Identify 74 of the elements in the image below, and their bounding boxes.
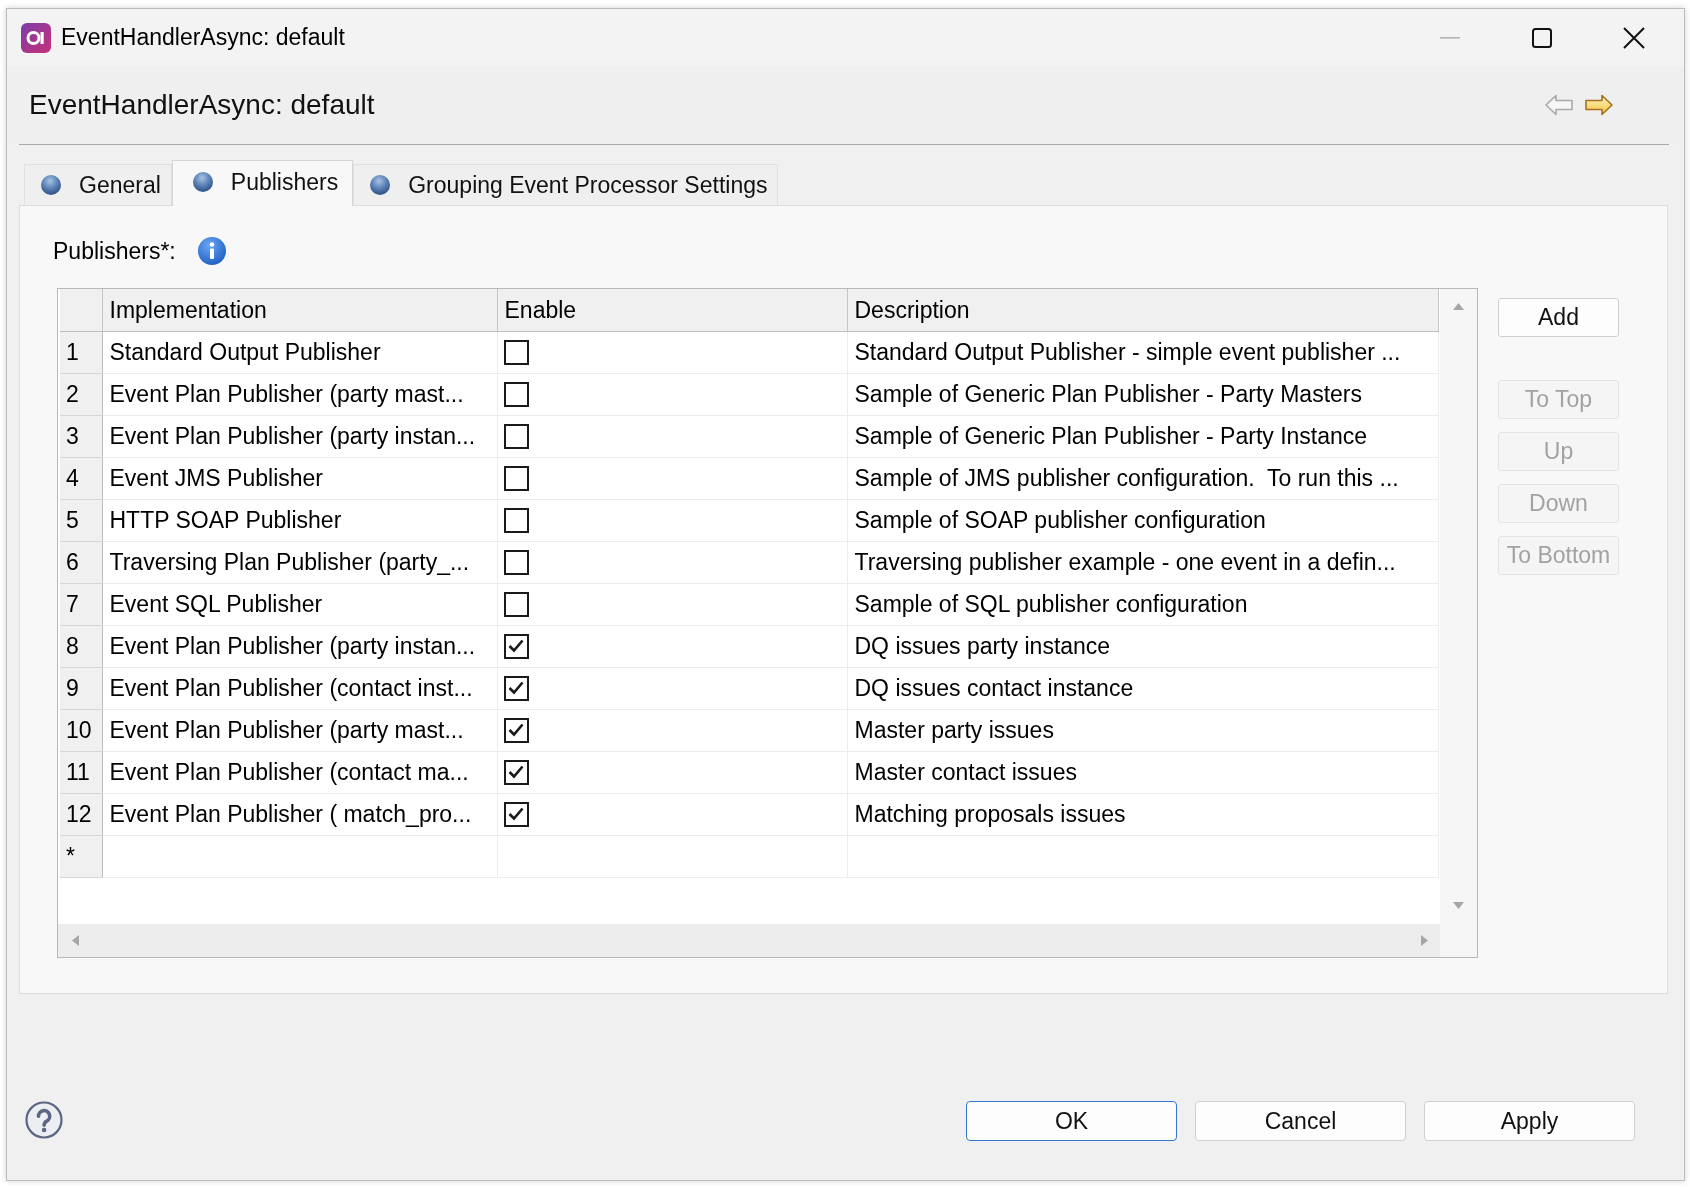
table-cell: Matching proposals issues [847,793,1438,835]
dialog-button[interactable]: Apply [1424,1101,1635,1141]
checkbox[interactable] [503,675,529,701]
checkbox[interactable] [503,801,529,827]
info-icon[interactable] [197,237,226,265]
table-cell: Event Plan Publisher (party instan... [102,415,497,457]
table-cell: Master contact issues [847,751,1438,793]
table-cell: Sample of SQL publisher configuration [847,583,1438,625]
table-cell: Standard Output Publisher [102,331,497,373]
table-cell: Sample of JMS publisher configuration. To run this ... [847,457,1438,499]
tab[interactable]: Publishers [171,160,354,206]
checkmark-icon [508,681,524,695]
row-number: 10 [60,709,102,751]
column-header: Implementation [102,289,497,331]
table-cell: Event Plan Publisher (contact inst... [102,667,497,709]
field-label: Publishers*: [53,236,176,266]
checkbox[interactable] [503,717,529,743]
help-button[interactable] [25,1101,63,1139]
row-number: 1 [60,331,102,373]
row-number: 6 [60,541,102,583]
table-cell: Event Plan Publisher ( match_pro... [102,793,497,835]
table-cell: Event Plan Publisher (party mast... [102,373,497,415]
table-cell: Standard Output Publisher - simple event publisher ... [847,331,1438,373]
row-number: 5 [60,499,102,541]
list-action-button[interactable]: Add [1498,298,1619,337]
row-number: 2 [60,373,102,415]
table-cell: Sample of Generic Plan Publisher - Party Instance [847,415,1438,457]
checkmark-icon [508,639,524,653]
table-cell: Event Plan Publisher (party mast... [102,709,497,751]
table-cell: Event Plan Publisher (party instan... [102,625,497,667]
table-cell: Sample of SOAP publisher configuration [847,499,1438,541]
tab[interactable]: Grouping Event Processor Settings [353,164,779,205]
row-number: 12 [60,793,102,835]
row-number: 8 [60,625,102,667]
row-number: 9 [60,667,102,709]
new-row-marker: * [60,835,102,877]
row-number: 7 [60,583,102,625]
dialog-button[interactable]: OK [966,1101,1177,1141]
checkmark-icon [508,807,524,821]
dialog-heading: EventHandlerAsync: default [29,88,375,122]
table-cell: Event SQL Publisher [102,583,497,625]
window-title: EventHandlerAsync: default [61,23,345,53]
checkbox[interactable] [503,759,529,785]
checkbox[interactable] [503,381,529,407]
column-header: Description [847,289,1438,331]
checkmark-icon [508,723,524,737]
row-number: 3 [60,415,102,457]
ball-icon [192,172,213,192]
ball-icon [41,175,61,195]
checkbox[interactable] [503,465,529,491]
table-cell: Sample of Generic Plan Publisher - Party Masters [847,373,1438,415]
app-logo-icon [21,22,51,53]
dialog-button[interactable]: Cancel [1195,1101,1406,1141]
checkbox[interactable] [503,549,529,575]
checkbox[interactable] [503,423,529,449]
column-header: Enable [497,289,847,331]
checkbox[interactable] [503,507,529,533]
help-icon [25,1101,63,1139]
tab[interactable]: General [24,164,172,205]
table-cell: Traversing publisher example - one event in a defin... [847,541,1438,583]
table-cell: Traversing Plan Publisher (party_... [102,541,497,583]
table-cell: Event Plan Publisher (contact ma... [102,751,497,793]
checkbox[interactable] [503,591,529,617]
table-cell: Event JMS Publisher [102,457,497,499]
row-number: 11 [60,751,102,793]
table-cell: DQ issues contact instance [847,667,1438,709]
table-cell: Master party issues [847,709,1438,751]
row-number: 4 [60,457,102,499]
checkbox[interactable] [503,339,529,365]
checkmark-icon [508,765,524,779]
table-cell: HTTP SOAP Publisher [102,499,497,541]
table-cell: DQ issues party instance [847,625,1438,667]
ball-icon [370,175,391,195]
checkbox[interactable] [503,633,529,659]
